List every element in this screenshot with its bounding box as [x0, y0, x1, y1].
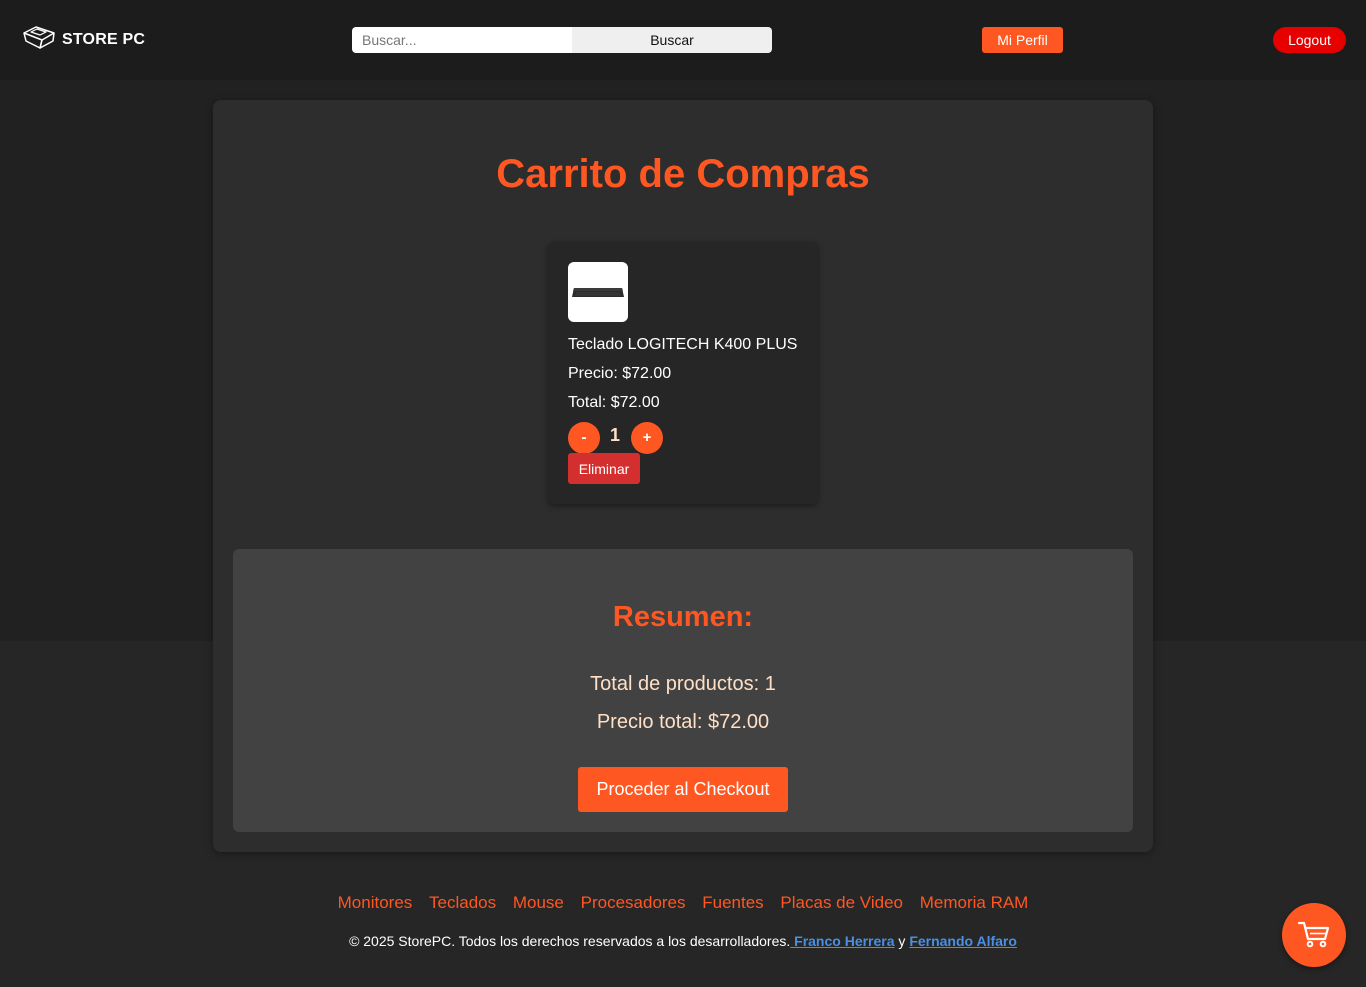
- item-total: Total: $72.00: [568, 394, 660, 411]
- item-name: Teclado LOGITECH K400 PLUS: [568, 336, 798, 353]
- floating-cart-button[interactable]: [1282, 903, 1346, 967]
- checkout-button[interactable]: Proceder al Checkout: [578, 767, 788, 812]
- logout-button[interactable]: Logout: [1273, 27, 1346, 53]
- footer-category-links: Monitores Teclados Mouse Procesadores Fu…: [0, 893, 1366, 913]
- keycap-logo-icon: [22, 24, 56, 55]
- cart-panel: Carrito de Compras Teclado LOGITECH K400…: [213, 100, 1153, 852]
- decrease-quantity-button[interactable]: -: [568, 422, 600, 454]
- copyright-prefix: © 2025 StorePC. Todos los derechos reser…: [349, 933, 791, 949]
- author-link-fernando-alfaro[interactable]: Fernando Alfaro: [909, 933, 1017, 949]
- profile-button[interactable]: Mi Perfil: [982, 27, 1063, 53]
- top-navbar: STORE PC Buscar Mi Perfil Logout: [0, 0, 1366, 80]
- search-button[interactable]: Buscar: [572, 27, 772, 53]
- order-summary: Resumen: Total de productos: 1 Precio to…: [233, 549, 1133, 832]
- footer-link-teclados[interactable]: Teclados: [429, 893, 496, 912]
- cart-item-card: Teclado LOGITECH K400 PLUS Precio: $72.0…: [548, 242, 818, 504]
- remove-item-button[interactable]: Eliminar: [568, 453, 640, 484]
- author-separator: y: [894, 933, 910, 949]
- summary-title: Resumen:: [612, 601, 754, 633]
- page-title: Carrito de Compras: [496, 152, 870, 196]
- summary-product-count: Total de productos: 1: [590, 673, 776, 695]
- brand-logo[interactable]: STORE PC: [22, 24, 145, 55]
- brand-name: STORE PC: [62, 30, 146, 48]
- item-price: Precio: $72.00: [568, 365, 672, 382]
- footer-link-memoria-ram[interactable]: Memoria RAM: [920, 893, 1029, 912]
- summary-total-price: Precio total: $72.00: [596, 711, 770, 733]
- cart-icon: [1297, 919, 1331, 952]
- footer-link-fuentes[interactable]: Fuentes: [702, 893, 763, 912]
- copyright-text: © 2025 StorePC. Todos los derechos reser…: [0, 932, 1366, 950]
- footer-link-monitores[interactable]: Monitores: [338, 893, 413, 912]
- increase-quantity-button[interactable]: +: [631, 422, 663, 454]
- author-link-franco-herrera[interactable]: Franco Herrera: [790, 933, 894, 949]
- quantity-value: 1: [609, 425, 620, 445]
- search-input[interactable]: [352, 27, 572, 53]
- keyboard-icon: [568, 262, 628, 322]
- footer-link-mouse[interactable]: Mouse: [513, 893, 564, 912]
- footer-link-placas-de-video[interactable]: Placas de Video: [780, 893, 903, 912]
- footer-link-procesadores[interactable]: Procesadores: [581, 893, 686, 912]
